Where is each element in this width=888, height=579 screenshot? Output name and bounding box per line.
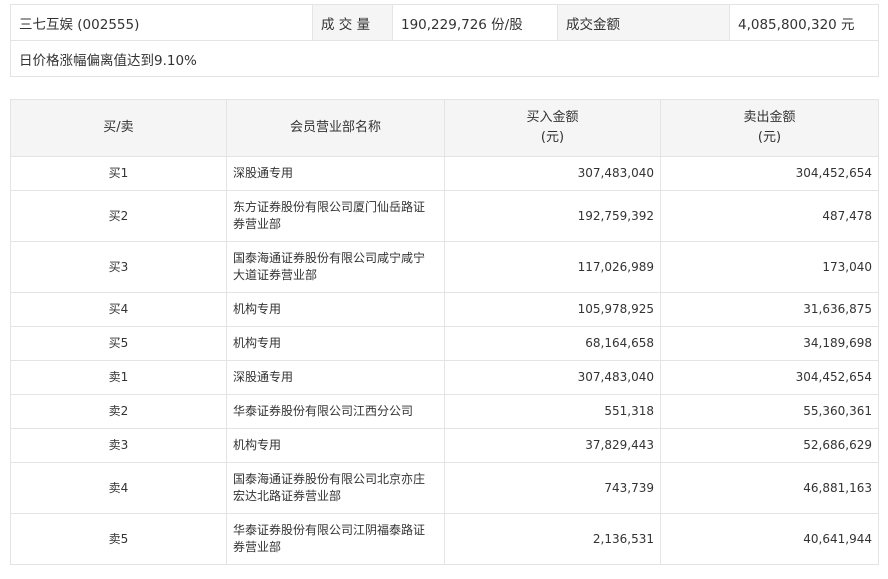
sell-amount-cell: 173,040 bbox=[660, 241, 879, 293]
dept-name-cell: 华泰证券股份有限公司江西分公司 bbox=[226, 394, 445, 429]
dept-name-cell: 机构专用 bbox=[226, 326, 445, 361]
table-row: 卖4 国泰海通证券股份有限公司北京亦庄宏达北路证券营业部 743,739 46,881… bbox=[10, 462, 879, 514]
sell-amount-cell: 46,881,163 bbox=[660, 462, 879, 514]
side-cell: 买2 bbox=[10, 190, 227, 242]
side-cell: 卖3 bbox=[10, 428, 227, 463]
side-cell: 买3 bbox=[10, 241, 227, 293]
header-dept: 会员营业部名称 bbox=[226, 99, 445, 157]
buy-amount-cell: 68,164,658 bbox=[444, 326, 661, 361]
header-buy-unit: (元) bbox=[540, 130, 565, 145]
buy-amount-cell: 307,483,040 bbox=[444, 360, 661, 395]
amount-label: 成交金额 bbox=[557, 4, 730, 41]
side-cell: 买1 bbox=[10, 156, 227, 191]
header-side: 买/卖 bbox=[10, 99, 227, 157]
dept-name-cell: 华泰证券股份有限公司江阴福泰路证券营业部 bbox=[226, 513, 445, 565]
sell-amount-cell: 31,636,875 bbox=[660, 292, 879, 327]
table-row: 买4 机构专用 105,978,925 31,636,875 bbox=[10, 292, 879, 327]
deviation-note: 日价格涨幅偏离值达到9.10% bbox=[10, 40, 879, 77]
stock-name: 三七互娱 (002555) bbox=[10, 4, 313, 41]
buy-amount-cell: 37,829,443 bbox=[444, 428, 661, 463]
side-cell: 买4 bbox=[10, 292, 227, 327]
table-row: 卖5 华泰证券股份有限公司江阴福泰路证券营业部 2,136,531 40,641,94… bbox=[10, 513, 879, 565]
summary-table: 三七互娱 (002555) 成 交 量 190,229,726 份/股 成交金额… bbox=[10, 4, 879, 77]
side-cell: 卖5 bbox=[10, 513, 227, 565]
sell-amount-cell: 304,452,654 bbox=[660, 360, 879, 395]
sell-amount-cell: 52,686,629 bbox=[660, 428, 879, 463]
summary-row: 三七互娱 (002555) 成 交 量 190,229,726 份/股 成交金额… bbox=[10, 4, 879, 41]
dept-name-cell: 东方证券股份有限公司厦门仙岳路证券营业部 bbox=[226, 190, 445, 242]
dept-name-cell: 深股通专用 bbox=[226, 156, 445, 191]
sell-amount-cell: 34,189,698 bbox=[660, 326, 879, 361]
buy-amount-cell: 2,136,531 bbox=[444, 513, 661, 565]
table-row: 卖2 华泰证券股份有限公司江西分公司 551,318 55,360,361 bbox=[10, 394, 879, 429]
note-row: 日价格涨幅偏离值达到9.10% bbox=[10, 40, 879, 77]
sell-amount-cell: 55,360,361 bbox=[660, 394, 879, 429]
volume-value: 190,229,726 份/股 bbox=[392, 4, 558, 41]
sell-amount-cell: 487,478 bbox=[660, 190, 879, 242]
dept-name-cell: 机构专用 bbox=[226, 292, 445, 327]
table-row: 买5 机构专用 68,164,658 34,189,698 bbox=[10, 326, 879, 361]
buy-amount-cell: 105,978,925 bbox=[444, 292, 661, 327]
sell-amount-cell: 40,641,944 bbox=[660, 513, 879, 565]
table-row: 买3 国泰海通证券股份有限公司咸宁咸宁大道证券营业部 117,026,989 173,… bbox=[10, 241, 879, 293]
table-row: 卖3 机构专用 37,829,443 52,686,629 bbox=[10, 428, 879, 463]
side-cell: 卖4 bbox=[10, 462, 227, 514]
table-row: 买1 深股通专用 307,483,040 304,452,654 bbox=[10, 156, 879, 191]
buy-amount-cell: 743,739 bbox=[444, 462, 661, 514]
buy-amount-cell: 192,759,392 bbox=[444, 190, 661, 242]
table-row: 买2 东方证券股份有限公司厦门仙岳路证券营业部 192,759,392 487,478 bbox=[10, 190, 879, 242]
table-header-row: 买/卖 会员营业部名称 买入金额 (元) 卖出金额 (元) bbox=[10, 99, 879, 157]
buy-amount-cell: 551,318 bbox=[444, 394, 661, 429]
volume-label: 成 交 量 bbox=[312, 4, 393, 41]
dept-name-cell: 国泰海通证券股份有限公司咸宁咸宁大道证券营业部 bbox=[226, 241, 445, 293]
header-sell: 卖出金额 (元) bbox=[660, 99, 879, 157]
dept-name-cell: 机构专用 bbox=[226, 428, 445, 463]
amount-value: 4,085,800,320 元 bbox=[729, 4, 879, 41]
header-sell-unit: (元) bbox=[757, 130, 782, 145]
side-cell: 买5 bbox=[10, 326, 227, 361]
trading-detail-table: 买/卖 会员营业部名称 买入金额 (元) 卖出金额 (元) 买1 深股通专用 307… bbox=[10, 99, 879, 565]
sell-amount-cell: 304,452,654 bbox=[660, 156, 879, 191]
table-row: 卖1 深股通专用 307,483,040 304,452,654 bbox=[10, 360, 879, 395]
buy-amount-cell: 117,026,989 bbox=[444, 241, 661, 293]
dept-name-cell: 国泰海通证券股份有限公司北京亦庄宏达北路证券营业部 bbox=[226, 462, 445, 514]
header-sell-title: 卖出金额 bbox=[743, 110, 796, 125]
header-buy-title: 买入金额 bbox=[526, 110, 579, 125]
dept-name-cell: 深股通专用 bbox=[226, 360, 445, 395]
header-buy: 买入金额 (元) bbox=[444, 99, 661, 157]
side-cell: 卖1 bbox=[10, 360, 227, 395]
buy-amount-cell: 307,483,040 bbox=[444, 156, 661, 191]
side-cell: 卖2 bbox=[10, 394, 227, 429]
